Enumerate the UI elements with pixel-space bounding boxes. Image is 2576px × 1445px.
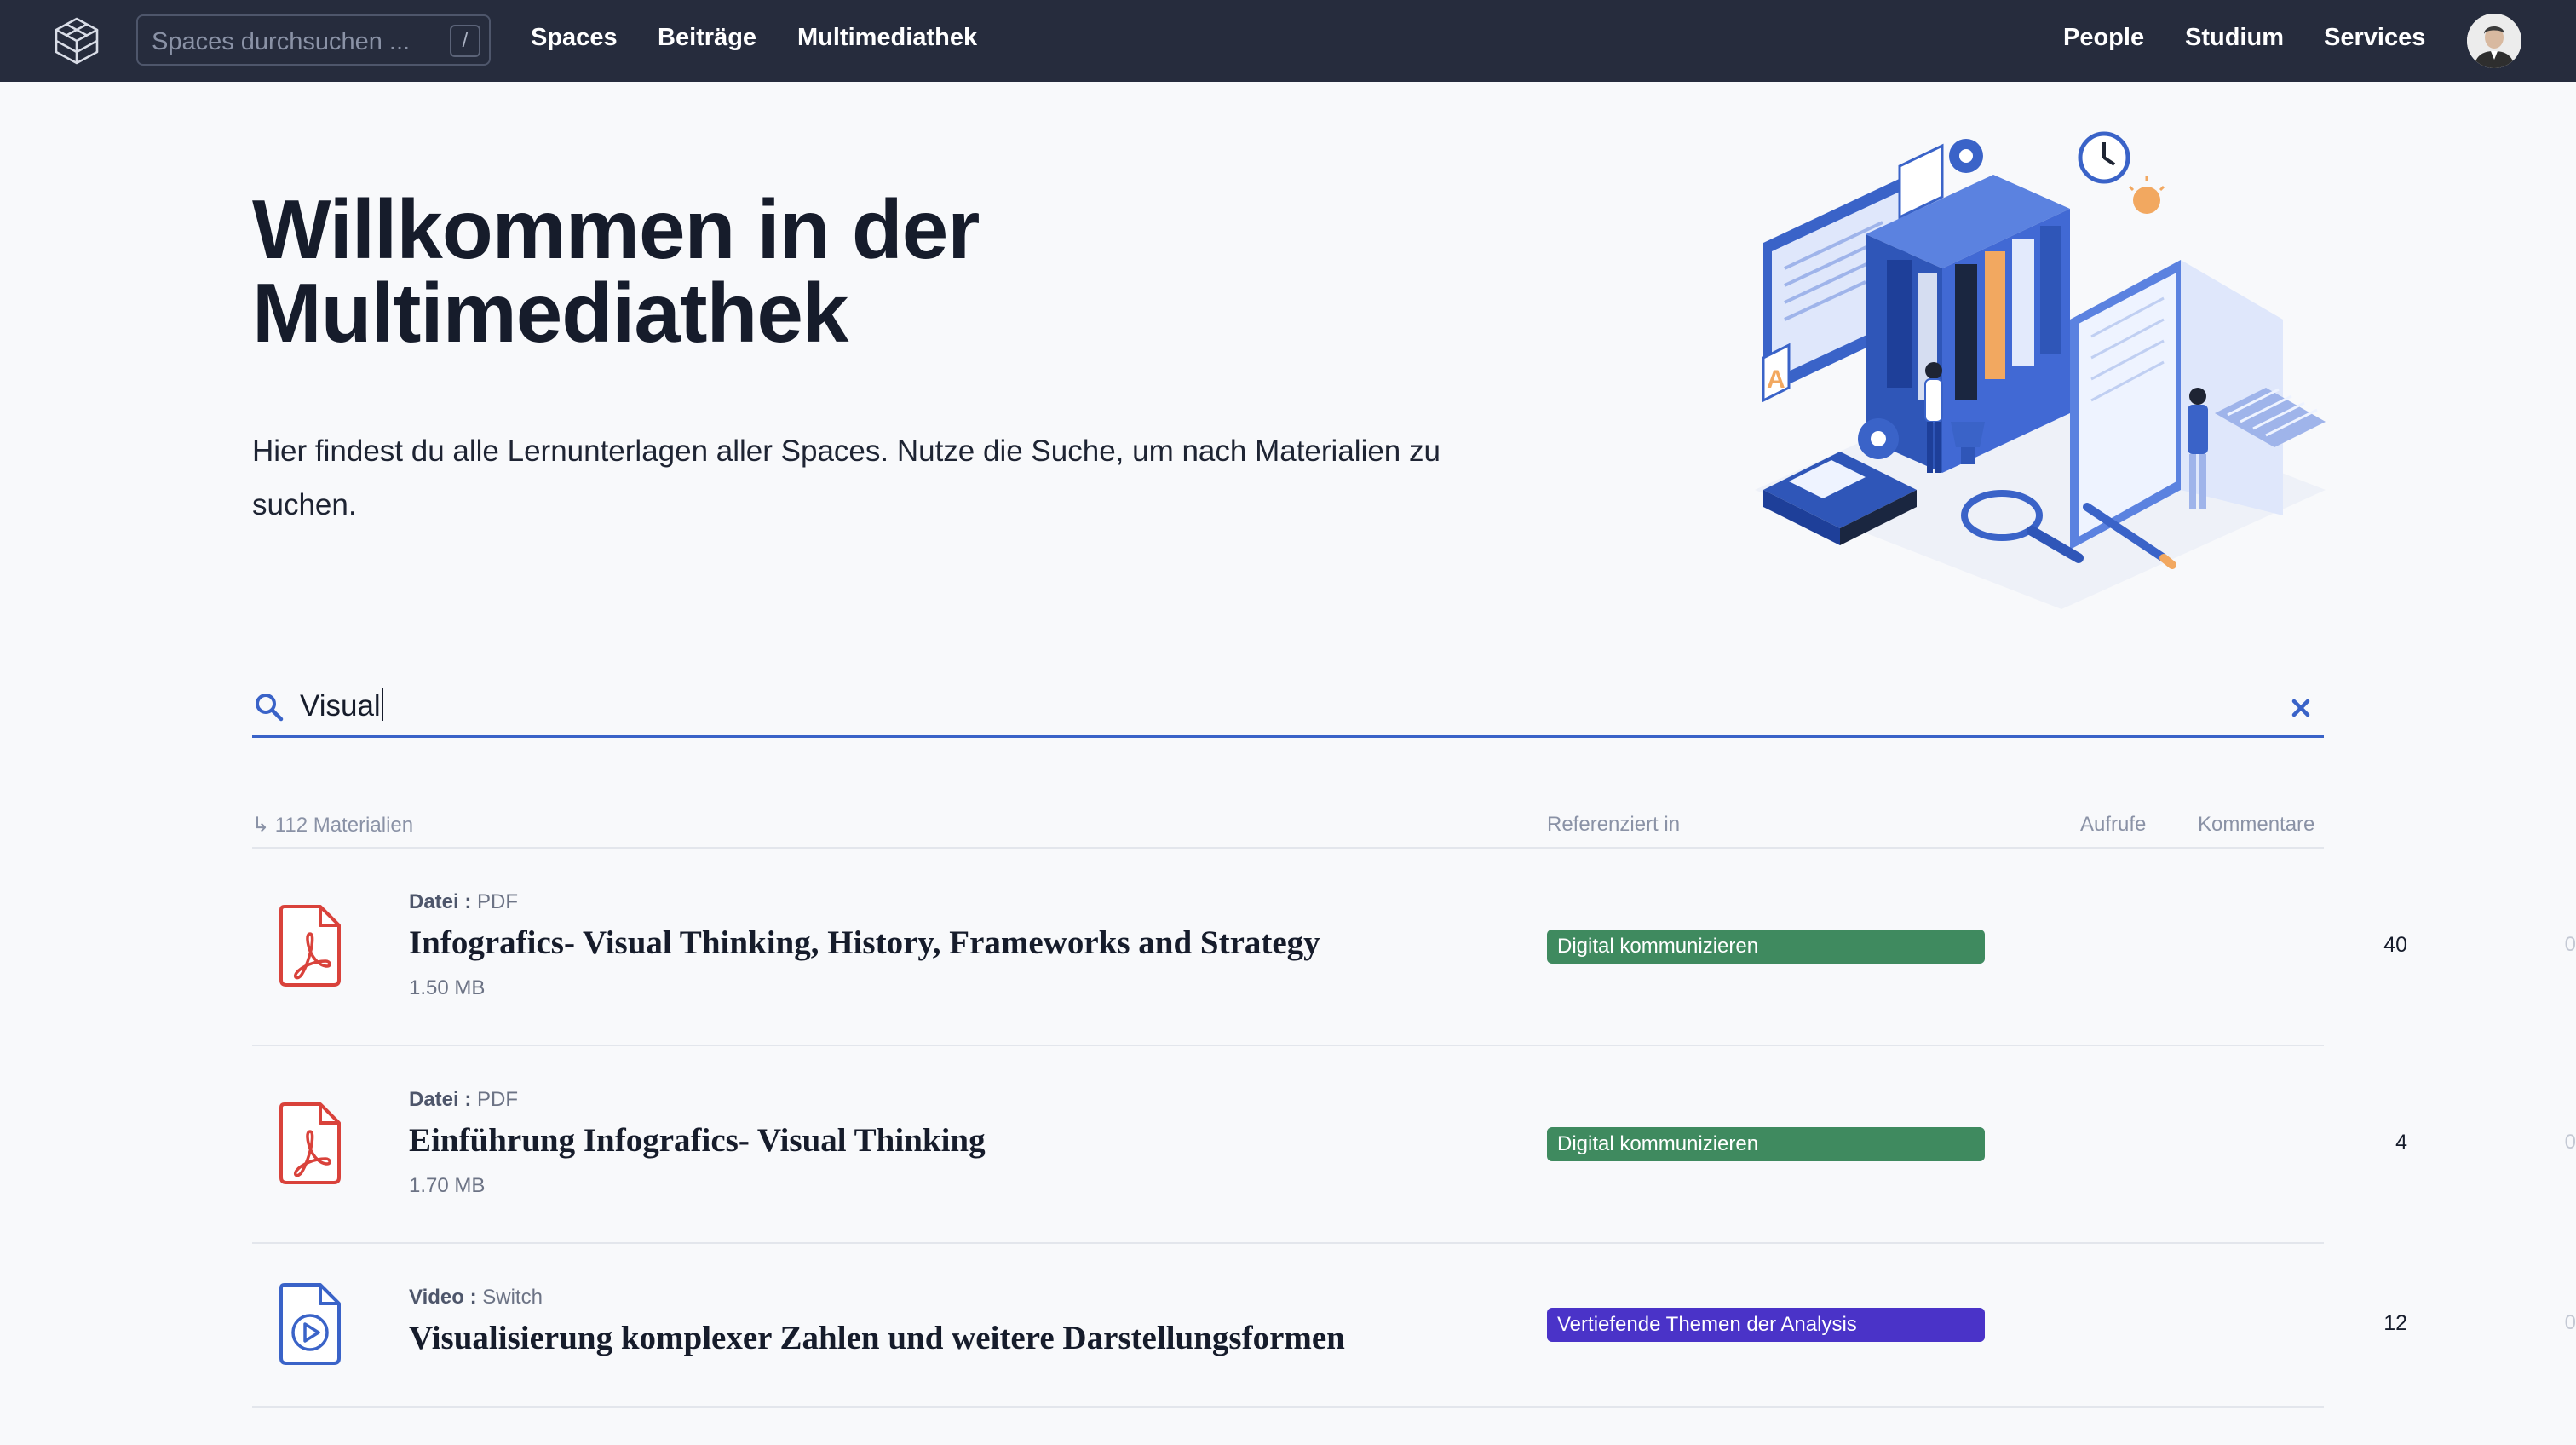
row-comments: 0: [2564, 933, 2576, 956]
user-avatar[interactable]: [2467, 14, 2521, 68]
platform-logo-icon[interactable]: [49, 14, 104, 68]
column-header-comments[interactable]: Kommentare: [2198, 813, 2314, 837]
page-title-line-1: Willkommen in der: [252, 182, 980, 276]
nav-link-services[interactable]: Services: [2324, 24, 2425, 52]
nav-link-multimediathek[interactable]: Multimediathek: [797, 24, 977, 52]
search-placeholder: Spaces durchsuchen ...: [152, 28, 411, 55]
nav-link-studium[interactable]: Studium: [2185, 24, 2284, 52]
results-table-header: ↳ 112 Materialien Referenziert in Aufruf…: [252, 809, 2324, 849]
table-row[interactable]: Video : Switch Visualisierung komplexer …: [252, 1244, 2576, 1408]
row-type: Datei : PDF: [409, 890, 519, 913]
materials-search-value[interactable]: Visual: [300, 688, 383, 723]
page-title: Willkommen in der Multimediathek: [252, 182, 980, 360]
row-comments: 0: [2564, 1311, 2576, 1334]
column-header-views[interactable]: Aufrufe: [2080, 813, 2146, 837]
row-title[interactable]: Infografics- Visual Thinking, History, F…: [409, 924, 1320, 962]
pdf-file-icon: [279, 905, 341, 987]
svg-text:A: A: [1767, 366, 1785, 394]
row-type: Video : Switch: [409, 1286, 543, 1309]
row-file-size: 1.50 MB: [409, 976, 486, 999]
materials-search-field[interactable]: Visual: [252, 682, 2324, 738]
pdf-file-icon: [279, 1102, 341, 1184]
row-title[interactable]: Einführung Infografics- Visual Thinking: [409, 1121, 986, 1160]
column-header-referenced[interactable]: Referenziert in: [1547, 813, 1680, 837]
nav-link-spaces[interactable]: Spaces: [531, 24, 618, 52]
library-isometric-illustration: A: [1755, 131, 2326, 609]
row-file-size: 1.70 MB: [409, 1174, 486, 1197]
row-comments: 0: [2564, 1131, 2576, 1154]
nav-link-people[interactable]: People: [2063, 24, 2144, 52]
clear-search-icon[interactable]: [2286, 694, 2315, 722]
page-title-line-2: Multimediathek: [252, 266, 848, 360]
row-title[interactable]: Visualisierung komplexer Zahlen und weit…: [409, 1319, 1345, 1357]
table-row[interactable]: Datei : PDF Infografics- Visual Thinking…: [252, 849, 2576, 1046]
space-tag[interactable]: Digital kommunizieren: [1547, 930, 1985, 964]
global-search-input[interactable]: Spaces durchsuchen ... /: [136, 14, 491, 66]
table-row[interactable]: Datei : PDF Einführung Infografics- Visu…: [252, 1046, 2576, 1244]
top-navigation: Spaces durchsuchen ... / Spaces Beiträge…: [0, 0, 2576, 82]
page-intro-text: Hier findest du alle Lernunterlagen alle…: [252, 435, 1440, 521]
search-icon: [256, 694, 284, 722]
space-tag[interactable]: Digital kommunizieren: [1547, 1127, 1985, 1161]
video-file-icon: [279, 1283, 341, 1365]
row-type: Datei : PDF: [409, 1088, 519, 1111]
space-tag[interactable]: Vertiefende Themen der Analysis: [1547, 1308, 1985, 1342]
avatar-portrait-icon: [2467, 14, 2521, 68]
nav-link-beitraege[interactable]: Beiträge: [658, 24, 756, 52]
search-shortcut-key: /: [450, 25, 480, 57]
results-count: ↳ 112 Materialien: [252, 814, 414, 837]
